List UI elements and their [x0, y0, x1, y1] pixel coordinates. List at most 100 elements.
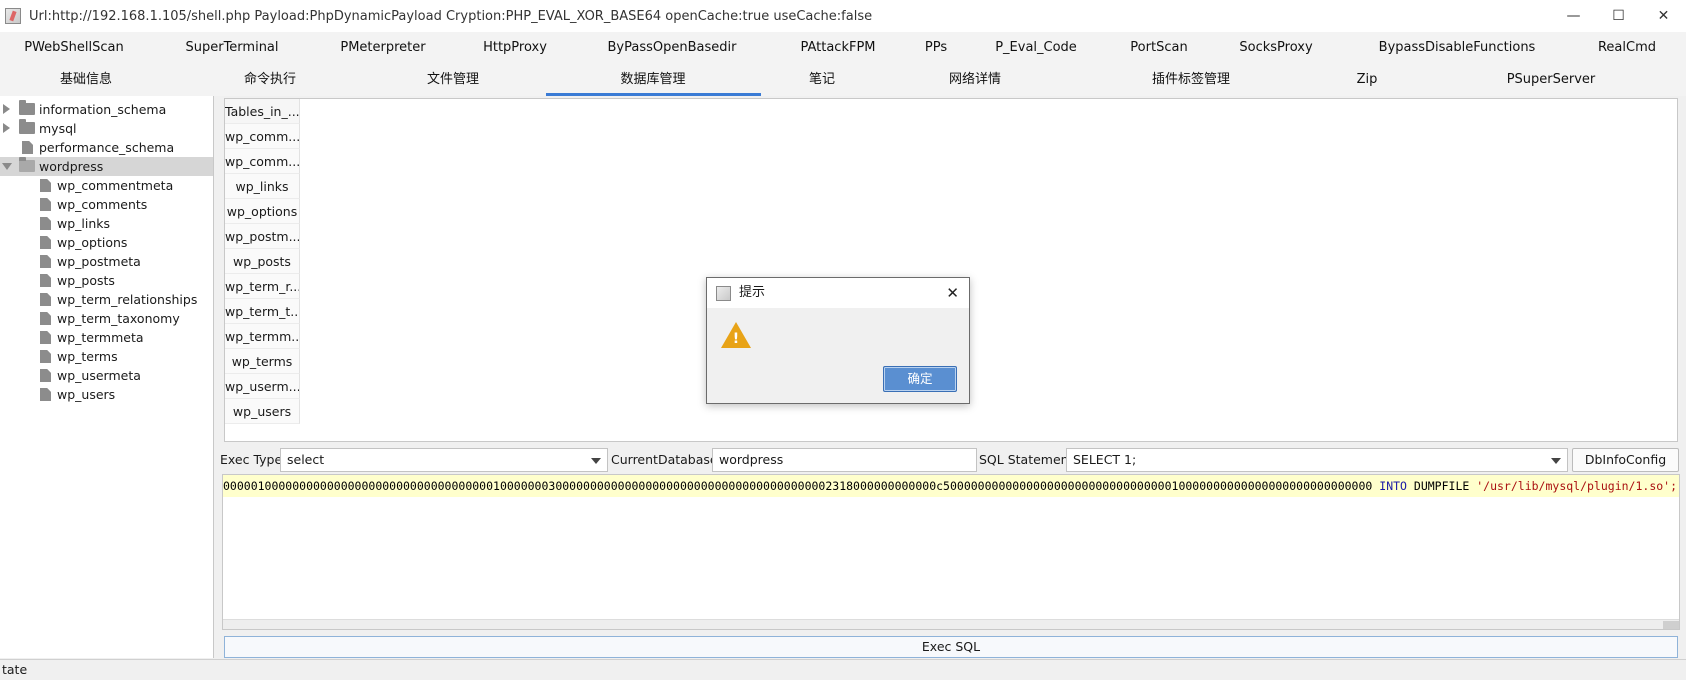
tree-table-node[interactable]: wp_users: [0, 385, 213, 404]
tree-node-label: performance_schema: [39, 140, 175, 155]
tree-node-label: wp_options: [57, 235, 128, 250]
table-cell[interactable]: wp_term_t...: [225, 299, 300, 324]
tab-psuperserver[interactable]: PSuperServer: [1507, 64, 1596, 96]
tab-zip[interactable]: Zip: [1357, 64, 1378, 96]
table-cell[interactable]: wp_users: [225, 399, 300, 424]
folder-icon: [19, 119, 35, 134]
scrollbar-thumb[interactable]: [1663, 621, 1679, 629]
tab-plugin-tag-manager[interactable]: 插件标签管理: [1152, 64, 1230, 96]
tree-table-node[interactable]: wp_postmeta: [0, 252, 213, 271]
exec-type-select[interactable]: select: [280, 448, 608, 472]
tree-table-node[interactable]: wp_usermeta: [0, 366, 213, 385]
table-cell[interactable]: wp_comm...: [225, 149, 300, 174]
result-column: Tables_in_... wp_comm... wp_comm... wp_l…: [225, 99, 300, 441]
window-controls: — ☐ ✕: [1551, 0, 1686, 32]
dbinfoconfig-button[interactable]: DbInfoConfig: [1572, 448, 1679, 472]
table-cell[interactable]: wp_termm...: [225, 324, 300, 349]
table-cell[interactable]: wp_userm...: [225, 374, 300, 399]
collapse-arrow-icon[interactable]: [2, 163, 12, 170]
tree-node-label: wp_postmeta: [57, 254, 141, 269]
tab-command-exec[interactable]: 命令执行: [244, 64, 296, 96]
exec-sql-button[interactable]: Exec SQL: [224, 636, 1678, 658]
expand-arrow-icon[interactable]: [3, 104, 10, 114]
tree-node-information-schema[interactable]: information_schema: [0, 100, 213, 119]
ok-button[interactable]: 确定: [883, 366, 957, 392]
tab-basic-info[interactable]: 基础信息: [60, 64, 112, 96]
tab-pps[interactable]: PPs: [925, 32, 947, 64]
sql-statement-select[interactable]: SELECT 1;: [1066, 448, 1568, 472]
exec-type-value: select: [287, 452, 325, 467]
horizontal-scrollbar[interactable]: [223, 619, 1679, 629]
tree-node-wordpress[interactable]: wordpress: [0, 157, 213, 176]
tab-pwebshellscan[interactable]: PWebShellScan: [24, 32, 124, 64]
tab-pattackfpm[interactable]: PAttackFPM: [800, 32, 875, 64]
table-cell[interactable]: wp_postm...: [225, 224, 300, 249]
current-database-label: CurrentDatabase: [611, 452, 718, 467]
minimize-button[interactable]: —: [1551, 0, 1596, 32]
tab-p-eval-code[interactable]: P_Eval_Code: [995, 32, 1077, 64]
tree-table-node[interactable]: wp_options: [0, 233, 213, 252]
sql-controls: Exec Type select CurrentDatabase wordpre…: [220, 448, 1682, 472]
tree-node-label: mysql: [39, 121, 77, 136]
tree-table-node[interactable]: wp_term_relationships: [0, 290, 213, 309]
table-icon: [40, 369, 51, 382]
expand-arrow-icon[interactable]: [3, 123, 10, 133]
current-database-input[interactable]: wordpress: [712, 448, 977, 472]
table-icon: [40, 179, 51, 192]
open-folder-icon: [19, 157, 35, 172]
tree-table-node[interactable]: wp_posts: [0, 271, 213, 290]
table-cell[interactable]: wp_options: [225, 199, 300, 224]
tab-file-manager[interactable]: 文件管理: [427, 64, 479, 96]
tree-table-node[interactable]: wp_commentmeta: [0, 176, 213, 195]
main-tab-bar: 基础信息 命令执行 文件管理 数据库管理 笔记 网络详情 插件标签管理 Zip …: [0, 64, 1686, 96]
tree-table-node[interactable]: wp_termmeta: [0, 328, 213, 347]
sql-string-literal: '/usr/lib/mysql/plugin/1.so';: [1476, 479, 1678, 493]
table-icon: [40, 217, 51, 230]
tree-node-label: wp_commentmeta: [57, 178, 174, 193]
table-cell[interactable]: wp_term_r...: [225, 274, 300, 299]
maximize-button[interactable]: ☐: [1596, 0, 1641, 32]
tab-notes[interactable]: 笔记: [809, 64, 835, 96]
dialog-close-icon[interactable]: ✕: [946, 278, 959, 308]
table-icon: [40, 255, 51, 268]
tab-network-details[interactable]: 网络详情: [949, 64, 1001, 96]
table-cell[interactable]: wp_comm...: [225, 124, 300, 149]
column-header[interactable]: Tables_in_...: [225, 99, 300, 124]
tab-superterminal[interactable]: SuperTerminal: [185, 32, 278, 64]
close-button[interactable]: ✕: [1641, 0, 1686, 32]
tree-table-node[interactable]: wp_comments: [0, 195, 213, 214]
tree-node-label: wp_users: [57, 387, 116, 402]
tree-node-mysql[interactable]: mysql: [0, 119, 213, 138]
tab-socksproxy[interactable]: SocksProxy: [1239, 32, 1312, 64]
window-title: Url:http://192.168.1.105/shell.php Paylo…: [29, 8, 873, 24]
sql-editor[interactable]: 0000010000000000000000000000000000000001…: [222, 474, 1680, 630]
tree-node-performance-schema[interactable]: performance_schema: [0, 138, 213, 157]
status-bar: tate: [0, 659, 1686, 680]
plugin-tab-bar: PWebShellScan SuperTerminal PMeterpreter…: [0, 32, 1686, 64]
tree-table-node[interactable]: wp_terms: [0, 347, 213, 366]
tree-table-node[interactable]: wp_links: [0, 214, 213, 233]
tab-bypassopenbasedir[interactable]: ByPassOpenBasedir: [608, 32, 737, 64]
tree-table-node[interactable]: wp_term_taxonomy: [0, 309, 213, 328]
table-icon: [40, 274, 51, 287]
table-cell[interactable]: wp_posts: [225, 249, 300, 274]
window-titlebar: Url:http://192.168.1.105/shell.php Paylo…: [0, 0, 1686, 32]
table-cell[interactable]: wp_terms: [225, 349, 300, 374]
table-icon: [40, 331, 51, 344]
tree-node-label: wordpress: [39, 159, 104, 174]
tab-bypassdisablefunctions[interactable]: BypassDisableFunctions: [1379, 32, 1536, 64]
tab-pmeterpreter[interactable]: PMeterpreter: [340, 32, 425, 64]
tree-node-label: wp_comments: [57, 197, 148, 212]
sql-statement-label: SQL Statement: [979, 452, 1074, 467]
tab-database-manager[interactable]: 数据库管理: [620, 64, 685, 96]
tab-httpproxy[interactable]: HttpProxy: [483, 32, 547, 64]
table-icon: [40, 293, 51, 306]
dialog-titlebar: 提示 ✕: [707, 278, 969, 308]
tab-realcmd[interactable]: RealCmd: [1598, 32, 1656, 64]
tree-node-label: wp_termmeta: [57, 330, 144, 345]
warning-exclamation-icon: !: [732, 331, 740, 347]
table-cell[interactable]: wp_links: [225, 174, 300, 199]
sql-keyword: INTO: [1379, 479, 1407, 493]
table-icon: [40, 236, 51, 249]
tab-portscan[interactable]: PortScan: [1130, 32, 1187, 64]
